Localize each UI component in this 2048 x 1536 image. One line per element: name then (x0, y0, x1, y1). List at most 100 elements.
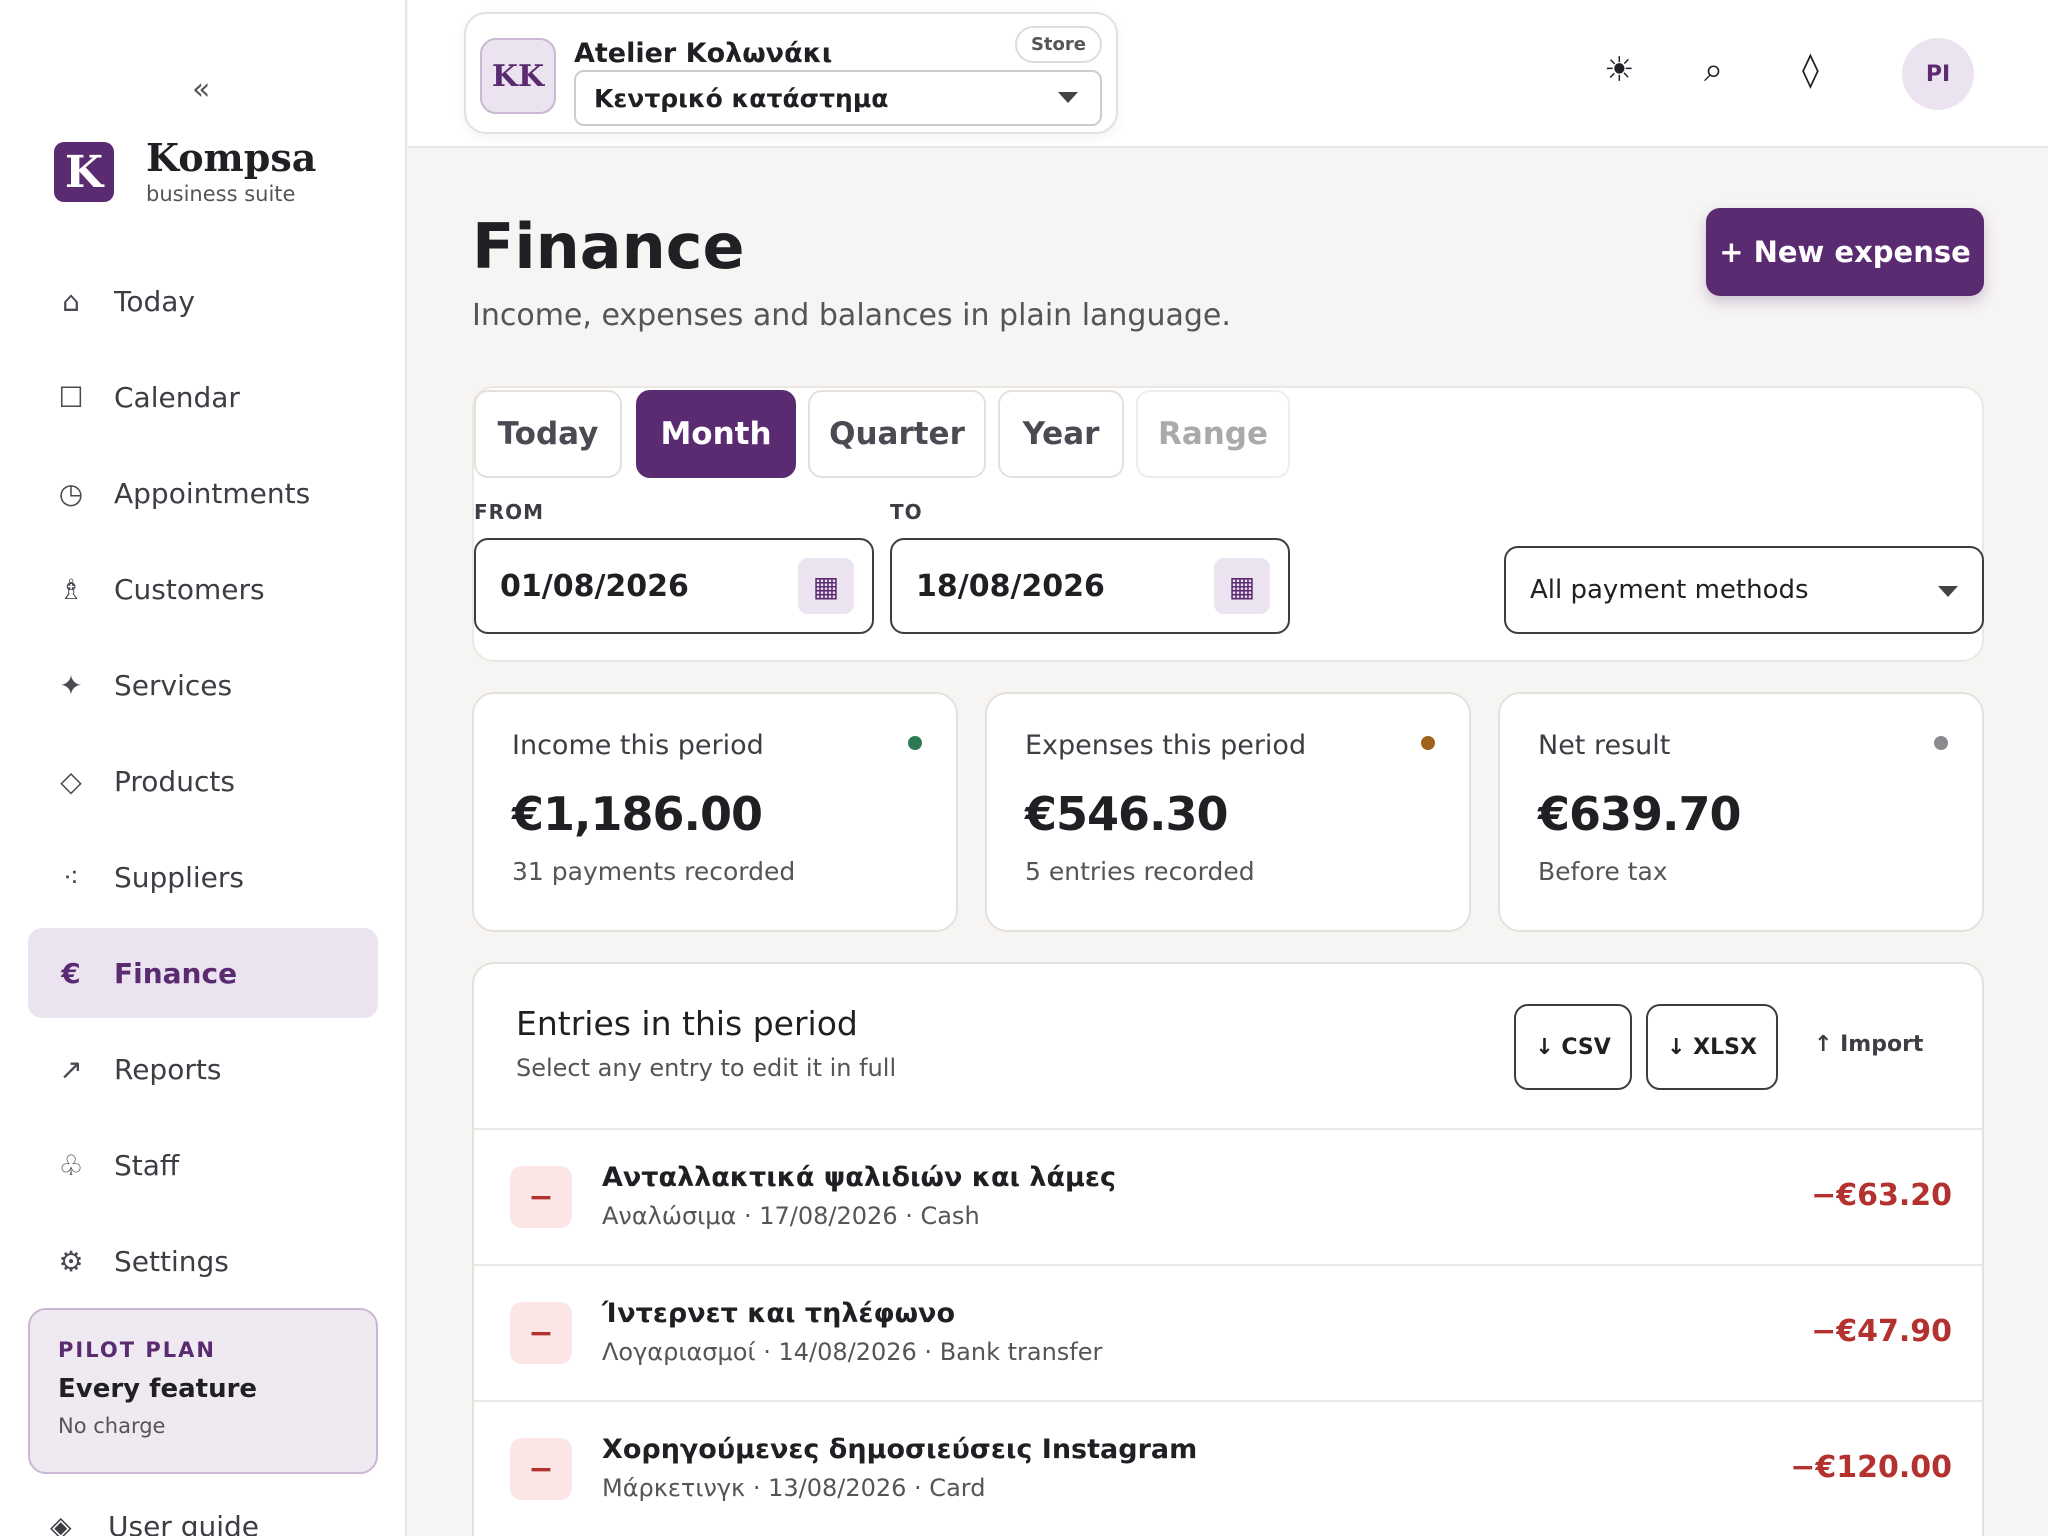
entry-title: Ίντερνετ και τηλέφωνο (602, 1298, 955, 1329)
sidebar-item-label: Staff (114, 1148, 180, 1182)
status-dot (1934, 736, 1948, 750)
sidebar-item-today[interactable]: ⌂ Today (28, 256, 378, 346)
store-switcher[interactable]: KK Atelier Κολωνάκι Store Κεντρικό κατάσ… (464, 12, 1118, 134)
sidebar-item-label: Settings (114, 1244, 229, 1278)
location-select-value: Κεντρικό κατάστημα (594, 83, 889, 113)
stat-subtitle: 31 payments recorded (512, 857, 796, 886)
gear-icon: ⚙ (58, 1244, 84, 1278)
brand-mark-icon: K (54, 142, 114, 202)
stat-value: €546.30 (1025, 787, 1229, 841)
sidebar-item-services[interactable]: ✦ Services (28, 640, 378, 730)
sidebar-item-label: User guide (108, 1510, 260, 1536)
table-row[interactable]: − Ίντερνετ και τηλέφωνο Λογαριασμοί · 14… (474, 1264, 1982, 1400)
sidebar-item-settings[interactable]: ⚙ Settings (28, 1216, 378, 1306)
new-expense-button[interactable]: + New expense (1706, 208, 1984, 296)
stat-label: Net result (1538, 730, 1671, 761)
location-select[interactable]: Κεντρικό κατάστημα (574, 70, 1102, 126)
brand-logo[interactable]: K Kompsa business suite (54, 138, 316, 206)
tab-quarter[interactable]: Quarter (808, 390, 986, 478)
table-row[interactable]: − Ανταλλακτικά ψαλιδιών και λάμες Αναλώσ… (474, 1128, 1982, 1264)
sidebar-item-appointments[interactable]: ◷ Appointments (28, 448, 378, 538)
calendar-icon[interactable]: ▦ (1214, 558, 1270, 614)
arrow-up-right-icon: ↗ (59, 1052, 83, 1086)
sidebar-item-customers[interactable]: ♗ Customers (28, 544, 378, 634)
diamond-icon[interactable]: ◊ (1802, 50, 1819, 90)
sidebar-item-products[interactable]: ◇ Products (28, 736, 378, 826)
from-date-value: 01/08/2026 (500, 568, 689, 604)
from-date-field[interactable]: 01/08/2026 ▦ (474, 538, 874, 634)
entries-title: Entries in this period (516, 1004, 858, 1043)
tab-range[interactable]: Range (1136, 390, 1290, 478)
import-button[interactable]: ↑ Import (1814, 1032, 1923, 1057)
guide-icon: ◈ (50, 1510, 72, 1536)
entry-meta: Αναλώσιμα · 17/08/2026 · Cash (602, 1202, 980, 1230)
entry-amount: −€47.90 (1811, 1314, 1952, 1349)
to-date-field[interactable]: 18/08/2026 ▦ (890, 538, 1290, 634)
entry-meta: Μάρκετινγκ · 13/08/2026 · Card (602, 1474, 986, 1502)
export-csv-button[interactable]: ↓ CSV (1514, 1004, 1632, 1090)
calendar-icon[interactable]: ▦ (798, 558, 854, 614)
page-subtitle: Income, expenses and balances in plain l… (472, 298, 1231, 333)
brand-subtitle: business suite (146, 182, 296, 206)
sun-icon[interactable]: ☀ (1604, 50, 1634, 90)
sidebar-item-label: Appointments (114, 476, 311, 510)
plan-subtitle: No charge (58, 1414, 166, 1438)
chevron-down-icon (1938, 586, 1958, 597)
minus-icon: − (510, 1438, 572, 1500)
sidebar-item-finance[interactable]: € Finance (28, 928, 378, 1018)
store-name: Atelier Κολωνάκι (574, 38, 833, 69)
entries-subtitle: Select any entry to edit it in full (516, 1054, 897, 1082)
store-avatar: KK (480, 38, 556, 114)
sidebar-item-staff[interactable]: ♧ Staff (28, 1120, 378, 1210)
entry-amount: −€120.00 (1790, 1450, 1952, 1485)
chevron-down-icon (1058, 92, 1078, 103)
sidebar-item-user-guide[interactable]: ◈ User guide (50, 1510, 259, 1536)
to-date-value: 18/08/2026 (916, 568, 1105, 604)
sidebar-item-label: Products (114, 764, 235, 798)
entry-meta: Λογαριασμοί · 14/08/2026 · Bank transfer (602, 1338, 1103, 1366)
tab-month[interactable]: Month (636, 390, 796, 478)
dots-icon: ⁖ (62, 860, 80, 894)
stat-value: €639.70 (1538, 787, 1742, 841)
top-header: KK Atelier Κολωνάκι Store Κεντρικό κατάσ… (408, 0, 2048, 148)
export-xlsx-button[interactable]: ↓ XLSX (1646, 1004, 1778, 1090)
status-dot (1421, 736, 1435, 750)
stat-card-income: Income this period €1,186.00 31 payments… (472, 692, 958, 932)
sidebar: « K Kompsa business suite ⌂ Today ☐ Cale… (0, 0, 407, 1536)
home-icon: ⌂ (62, 284, 80, 318)
stat-label: Expenses this period (1025, 730, 1307, 761)
stat-label: Income this period (512, 730, 764, 761)
plan-card[interactable]: PILOT PLAN Every feature No charge (28, 1308, 378, 1474)
sidebar-item-label: Customers (114, 572, 265, 606)
from-label: FROM (474, 500, 544, 524)
sidebar-item-label: Finance (114, 956, 238, 990)
search-icon[interactable]: ⌕ (1704, 50, 1723, 90)
table-row[interactable]: − Χορηγούμενες δημοσιεύσεις Instagram Μά… (474, 1400, 1982, 1536)
diamond-icon: ◇ (60, 764, 82, 798)
payment-method-select[interactable]: All payment methods (1504, 546, 1984, 634)
user-avatar[interactable]: PI (1902, 38, 1974, 110)
plan-title: Every feature (58, 1374, 258, 1404)
tab-today[interactable]: Today (474, 390, 622, 478)
stat-value: €1,186.00 (512, 787, 763, 841)
staff-icon: ♧ (58, 1148, 84, 1182)
calendar-icon: ☐ (58, 380, 84, 414)
brand-name: Kompsa (146, 135, 317, 180)
stat-subtitle: 5 entries recorded (1025, 857, 1255, 886)
minus-icon: − (510, 1302, 572, 1364)
to-label: TO (890, 500, 923, 524)
sidebar-item-calendar[interactable]: ☐ Calendar (28, 352, 378, 442)
sidebar-item-label: Services (114, 668, 233, 702)
store-badge: Store (1014, 26, 1102, 63)
sidebar-item-suppliers[interactable]: ⁖ Suppliers (28, 832, 378, 922)
sidebar-item-label: Calendar (114, 380, 240, 414)
stat-card-net: Net result €639.70 Before tax (1498, 692, 1984, 932)
sidebar-item-reports[interactable]: ↗ Reports (28, 1024, 378, 1114)
status-dot (908, 736, 922, 750)
entry-amount: −€63.20 (1811, 1178, 1952, 1213)
tab-year[interactable]: Year (998, 390, 1124, 478)
collapse-sidebar-button[interactable]: « (192, 72, 210, 107)
stat-subtitle: Before tax (1538, 857, 1668, 886)
sidebar-item-label: Reports (114, 1052, 222, 1086)
entry-title: Ανταλλακτικά ψαλιδιών και λάμες (602, 1162, 1116, 1193)
